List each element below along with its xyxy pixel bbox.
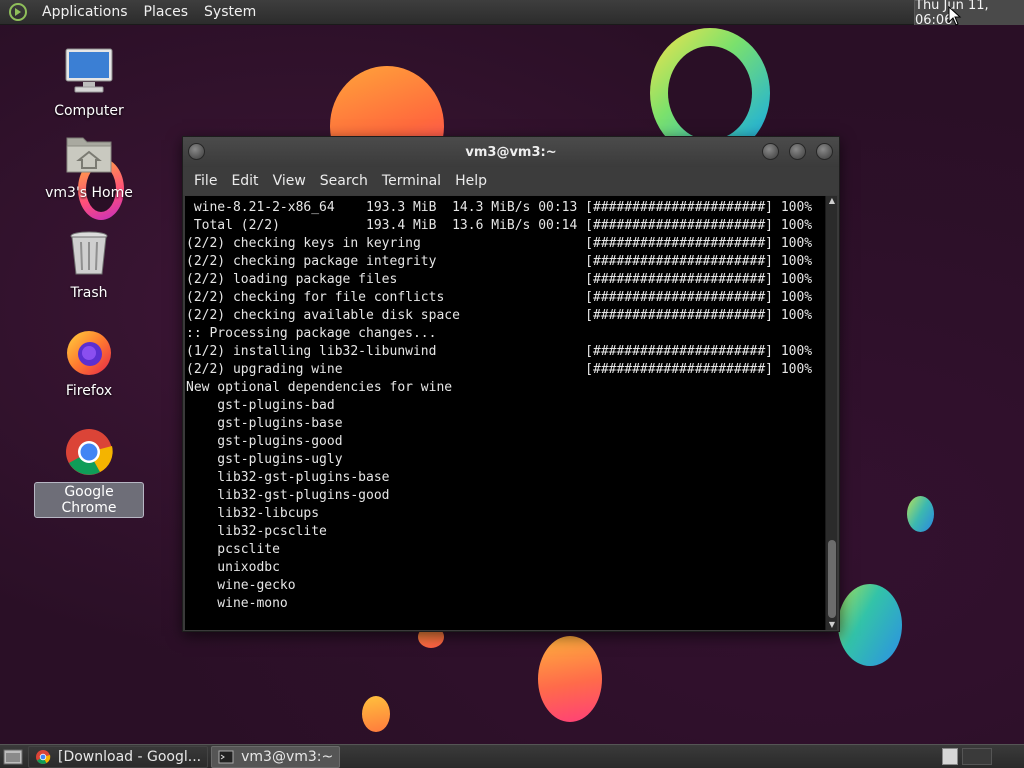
chrome-icon — [66, 429, 113, 475]
terminal-line: (2/2) loading package files [###########… — [186, 272, 813, 287]
menu-search[interactable]: Search — [313, 173, 375, 189]
terminal-line: wine-8.21-2-x86_64 193.3 MiB 14.3 MiB/s … — [186, 200, 813, 215]
terminal-line: lib32-pcsclite — [186, 524, 327, 539]
terminal-line: :: Processing package changes... — [186, 326, 437, 341]
terminal-line: New optional dependencies for wine — [186, 380, 453, 395]
window-menu-button[interactable] — [188, 143, 205, 160]
terminal-line: gst-plugins-base — [186, 416, 343, 431]
menu-applications[interactable]: Applications — [34, 0, 136, 24]
menu-edit[interactable]: Edit — [224, 173, 265, 189]
computer-icon — [65, 48, 113, 93]
terminal-line: (2/2) checking available disk space [###… — [186, 308, 813, 323]
clock[interactable]: Thu Jun 11, 06:06 — [914, 0, 1024, 28]
task-label: vm3@vm3:~ — [241, 748, 334, 765]
wallpaper-blue-blob-2 — [907, 496, 934, 532]
menu-help[interactable]: Help — [448, 173, 494, 189]
wallpaper-blue-blob — [838, 584, 902, 666]
terminal-line: lib32-gst-plugins-base — [186, 470, 390, 485]
menu-system[interactable]: System — [196, 0, 264, 24]
terminal-scrollbar[interactable]: ▲ ▼ — [825, 196, 837, 630]
terminal-line: lib32-libcups — [186, 506, 320, 521]
terminal-line: gst-plugins-bad — [186, 398, 335, 413]
terminal-line: wine-gecko — [186, 578, 296, 593]
terminal-line: pcsclite — [186, 542, 280, 557]
task-label: [Download - Googl... — [58, 748, 202, 765]
desktop-icon-label: Google Chrome — [34, 482, 144, 518]
desktop-icon-label: vm3's Home — [45, 185, 133, 201]
terminal-icon — [218, 750, 234, 763]
terminal-line: (2/2) checking for file conflicts [#####… — [186, 290, 813, 305]
terminal-output[interactable]: wine-8.21-2-x86_64 193.3 MiB 14.3 MiB/s … — [185, 196, 825, 630]
terminal-line: gst-plugins-good — [186, 434, 343, 449]
desktop-icon-trash[interactable]: Trash — [34, 228, 144, 302]
distro-logo-icon[interactable] — [8, 2, 28, 22]
menu-terminal[interactable]: Terminal — [375, 173, 448, 189]
scrollbar-thumb[interactable] — [828, 540, 836, 618]
wallpaper-orange-blob-3 — [362, 696, 390, 732]
minimize-button[interactable] — [762, 143, 779, 160]
top-panel: Applications Places System Thu Jun 11, 0… — [0, 0, 1024, 28]
home-folder-icon — [66, 137, 112, 173]
show-desktop-icon[interactable] — [2, 746, 24, 768]
menu-places[interactable]: Places — [136, 0, 197, 24]
close-button[interactable] — [816, 143, 833, 160]
terminal-line: Total (2/2) 193.4 MiB 13.6 MiB/s 00:14 [… — [186, 218, 813, 233]
task-button-chrome[interactable]: [Download - Googl... — [28, 745, 209, 768]
terminal-line: gst-plugins-ugly — [186, 452, 343, 467]
workspace-1[interactable] — [942, 748, 958, 765]
menu-view[interactable]: View — [266, 173, 313, 189]
scroll-down-icon[interactable]: ▼ — [826, 620, 838, 630]
terminal-line: lib32-gst-plugins-good — [186, 488, 390, 503]
desktop-icon-chrome[interactable]: Google Chrome — [34, 426, 144, 518]
window-title: vm3@vm3:~ — [465, 144, 557, 160]
task-button-terminal[interactable]: vm3@vm3:~ — [211, 745, 341, 768]
desktop-icon-home[interactable]: vm3's Home — [34, 128, 144, 202]
desktop-icon-label: Firefox — [65, 383, 113, 399]
terminal-line: (1/2) installing lib32-libunwind [######… — [186, 344, 813, 359]
maximize-button[interactable] — [789, 143, 806, 160]
firefox-icon — [67, 331, 111, 375]
chrome-icon — [36, 749, 51, 764]
terminal-window[interactable]: vm3@vm3:~ File Edit View Search Terminal… — [182, 136, 840, 632]
mouse-cursor-icon — [948, 6, 962, 26]
window-titlebar[interactable]: vm3@vm3:~ — [183, 137, 839, 167]
terminal-line: (2/2) upgrading wine [##################… — [186, 362, 813, 377]
menu-file[interactable]: File — [187, 173, 224, 189]
terminal-menubar: File Edit View Search Terminal Help — [183, 167, 839, 195]
trash-icon — [70, 231, 108, 275]
terminal-line: unixodbc — [186, 560, 280, 575]
desktop-icon-computer[interactable]: Computer — [34, 46, 144, 120]
bottom-taskbar: [Download - Googl... vm3@vm3:~ — [0, 744, 1024, 768]
wallpaper-orange-blob-2 — [538, 636, 602, 722]
desktop-icon-label: Computer — [54, 103, 124, 119]
desktop-icon-label: Trash — [70, 285, 108, 301]
terminal-line: (2/2) checking package integrity [######… — [186, 254, 813, 269]
terminal-line: wine-mono — [186, 596, 288, 611]
workspace-2[interactable] — [962, 748, 992, 765]
desktop-icon-firefox[interactable]: Firefox — [34, 326, 144, 400]
terminal-line: (2/2) checking keys in keyring [########… — [186, 236, 813, 251]
scroll-up-icon[interactable]: ▲ — [826, 196, 838, 206]
